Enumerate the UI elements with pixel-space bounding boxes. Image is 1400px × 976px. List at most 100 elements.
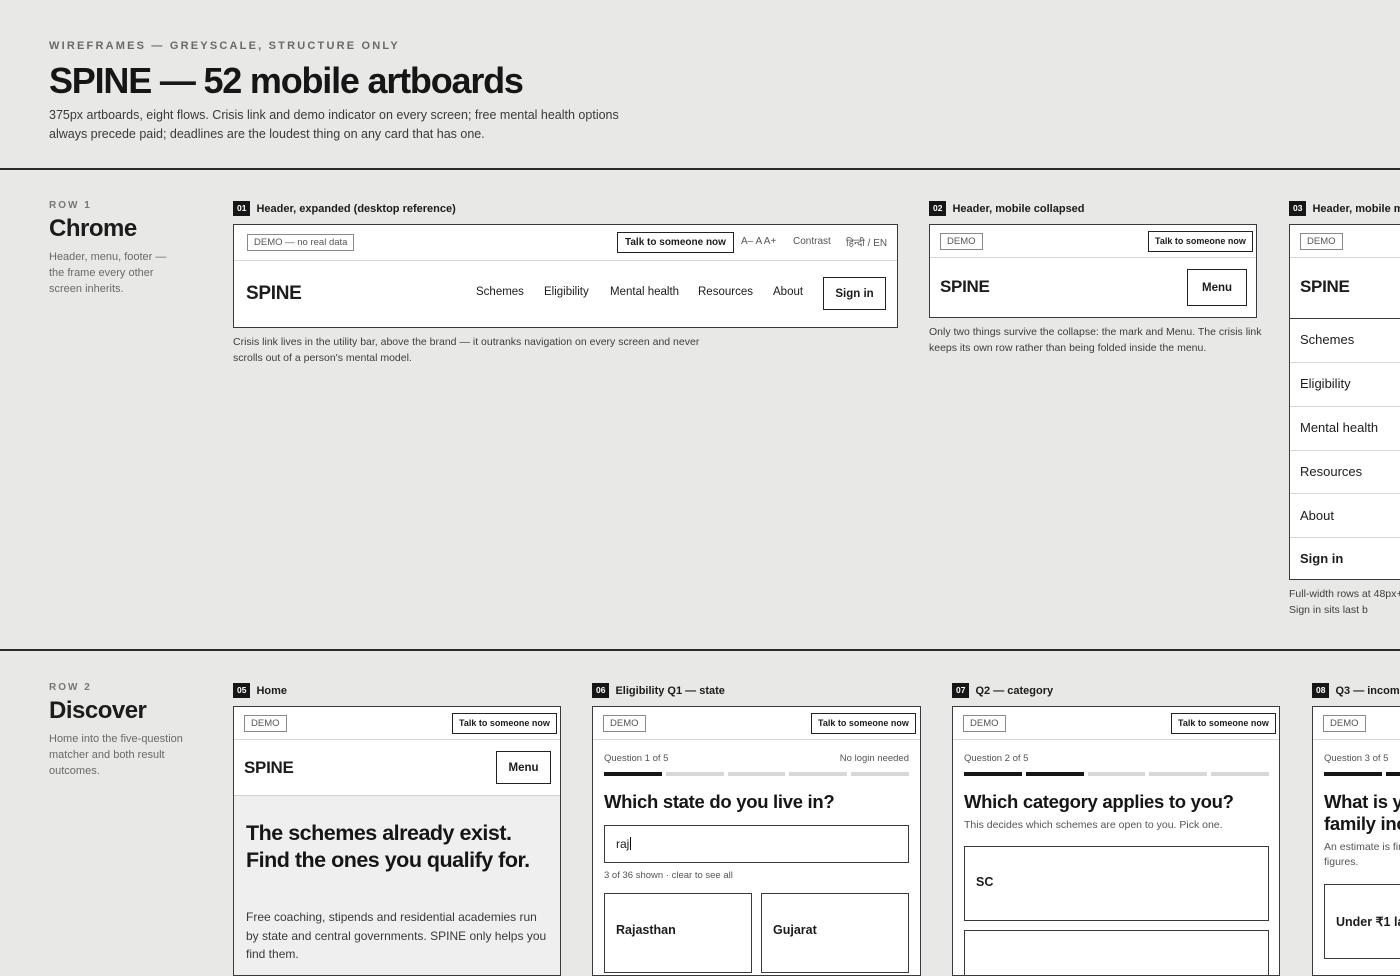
progress-segment (851, 772, 909, 776)
option-label: Gujarat (773, 923, 817, 937)
brand-logo[interactable]: SPINE (1300, 277, 1350, 297)
row-1-title: Chrome (49, 215, 137, 242)
artboard-03-caption-text: Full-width rows at 48px+ for thumb reach… (1289, 588, 1400, 616)
nav-about[interactable]: About (773, 286, 803, 298)
brand-logo[interactable]: SPINE (244, 758, 294, 778)
nav-schemes[interactable]: Schemes (476, 286, 524, 298)
hero-headline: The schemes already exist. Find the ones… (246, 821, 530, 872)
demo-indicator: DEMO (963, 715, 1006, 732)
menu-item-resources[interactable]: Resources (1300, 464, 1362, 479)
brand-logo[interactable]: SPINE (246, 283, 302, 305)
artboard-08: DEMO Question 3 of 5 What is your annual… (1312, 706, 1400, 976)
section-divider (0, 168, 1400, 170)
artboard-03-caption: Full-width rows at 48px+ for thumb reach… (1289, 586, 1400, 618)
artboard-01-caption: Crisis link lives in the utility bar, ab… (233, 336, 700, 364)
question-progress-text: Question 1 of 5 (604, 753, 669, 764)
search-hint: 3 of 36 shown · clear to see all (604, 870, 733, 881)
menu-item-schemes[interactable]: Schemes (1300, 332, 1354, 347)
progress-bar (604, 772, 909, 776)
row-2-eyebrow: ROW 2 (49, 682, 92, 693)
page-eyebrow: WIREFRAMES — GREYSCALE, STRUCTURE ONLY (49, 40, 400, 52)
brand-logo[interactable]: SPINE (940, 277, 990, 297)
question-title: Which state do you live in? (604, 791, 835, 812)
nav-eligibility[interactable]: Eligibility (544, 286, 589, 298)
menu-divider (1290, 406, 1400, 407)
utility-bar-divider (234, 739, 560, 740)
artboard-06: DEMO Talk to someone now Question 1 of 5… (592, 706, 921, 976)
hero-section: The schemes already exist. Find the ones… (234, 795, 560, 975)
question-progress-text: Question 2 of 5 (964, 753, 1029, 764)
demo-indicator: DEMO (1300, 233, 1343, 250)
question-progress-text: Question 3 of 5 (1324, 753, 1389, 764)
crisis-link-button[interactable]: Talk to someone now (1148, 231, 1253, 252)
progress-segment (604, 772, 662, 776)
menu-item-about[interactable]: About (1300, 508, 1334, 523)
artboard-02-caption: Only two things survive the collapse: th… (929, 326, 1262, 354)
demo-indicator: DEMO (603, 715, 646, 732)
artboard-number: 05 (233, 683, 251, 698)
artboard-number: 01 (233, 201, 251, 216)
option-under-1-lakh[interactable]: Under ₹1 lakh (1324, 884, 1400, 959)
progress-segment (665, 772, 724, 776)
artboard-01: DEMO — no real data Talk to someone now … (233, 224, 898, 328)
option-rajasthan[interactable]: Rajasthan (604, 893, 752, 973)
option-label: SC (976, 875, 994, 889)
artboard-title: Home (256, 684, 288, 697)
sign-in-button[interactable]: Sign in (823, 277, 886, 310)
artboard-title: Eligibility Q1 — state (615, 684, 725, 697)
language-switch[interactable]: हिन्दी / EN (846, 235, 887, 249)
menu-divider (1290, 362, 1400, 363)
artboard-number: 03 (1289, 201, 1307, 216)
menu-item-sign-in[interactable]: Sign in (1300, 551, 1343, 566)
progress-bar (1324, 772, 1400, 776)
progress-bar (964, 772, 1269, 776)
progress-segment (727, 772, 786, 776)
demo-indicator: DEMO (244, 715, 287, 732)
artboard-05-label: 05 Home (233, 683, 287, 698)
hero-body: Free coaching, stipends and residential … (246, 910, 547, 961)
progress-segment (1211, 772, 1269, 776)
menu-divider (1290, 318, 1400, 319)
question-title: What is your annual family income? (1324, 791, 1400, 834)
option-sc[interactable]: SC (964, 846, 1269, 921)
state-search-value: raj (616, 837, 632, 851)
utility-bar-divider (930, 257, 1256, 258)
nav-mental-health[interactable]: Mental health (610, 286, 679, 298)
row-1-description: Header, menu, footer — the frame every o… (49, 251, 167, 295)
text-size-control[interactable]: A– A A+ (741, 236, 776, 247)
demo-indicator: DEMO (940, 233, 983, 250)
artboard-02-label: 02 Header, mobile collapsed (929, 201, 1085, 216)
crisis-link-button[interactable]: Talk to someone now (811, 713, 916, 734)
menu-item-eligibility[interactable]: Eligibility (1300, 376, 1351, 391)
artboard-03: DEMO SPINE Schemes Eligibility Mental he… (1289, 224, 1400, 580)
contrast-toggle[interactable]: Contrast (793, 236, 831, 247)
text-cursor (630, 837, 632, 850)
crisis-link-button[interactable]: Talk to someone now (452, 713, 557, 734)
artboard-07: DEMO Talk to someone now Question 2 of 5… (952, 706, 1280, 976)
artboard-title: Q3 — income (1335, 684, 1400, 697)
menu-divider (1290, 537, 1400, 538)
artboard-01-label: 01 Header, expanded (desktop reference) (233, 201, 456, 216)
option-next[interactable] (964, 930, 1269, 975)
option-gujarat[interactable]: Gujarat (761, 893, 909, 973)
crisis-link-button[interactable]: Talk to someone now (617, 232, 734, 253)
state-search-input[interactable]: raj (604, 825, 909, 863)
artboard-number: 02 (929, 201, 947, 216)
crisis-link-button[interactable]: Talk to someone now (1171, 713, 1276, 734)
artboard-title: Header, mobile menu open (1312, 202, 1400, 215)
artboard-06-label: 06 Eligibility Q1 — state (592, 683, 725, 698)
artboard-title: Header, mobile collapsed (952, 202, 1085, 215)
menu-item-mental-health[interactable]: Mental health (1300, 420, 1378, 435)
menu-divider (1290, 450, 1400, 451)
artboard-number: 08 (1312, 683, 1330, 698)
nav-resources[interactable]: Resources (698, 286, 753, 298)
no-login-note: No login needed (839, 753, 909, 764)
demo-indicator: DEMO (1323, 715, 1366, 732)
menu-button[interactable]: Menu (496, 751, 551, 784)
progress-segment (1324, 772, 1382, 776)
menu-button[interactable]: Menu (1187, 269, 1247, 306)
option-label: Rajasthan (616, 923, 676, 937)
question-subtext: This decides which schemes are open to y… (964, 819, 1223, 831)
artboard-number: 07 (952, 683, 970, 698)
artboard-05: DEMO Talk to someone now SPINE Menu The … (233, 706, 561, 976)
